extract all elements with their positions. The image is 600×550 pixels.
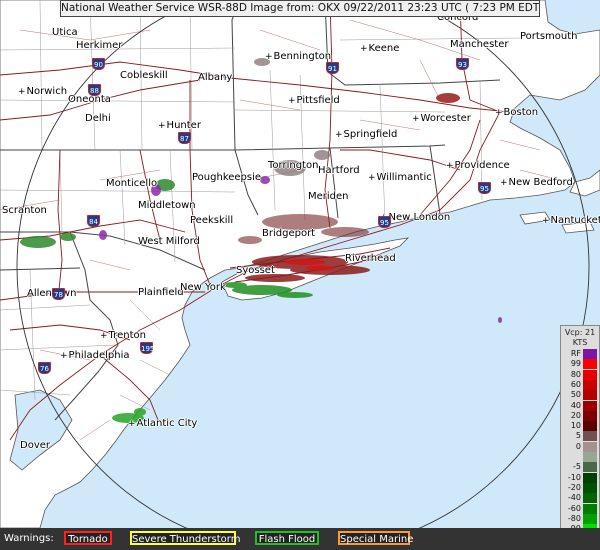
interstate-shield-icon: 91 (326, 62, 339, 74)
city-label: Albany (198, 72, 233, 83)
interstate-shield-icon: 95 (378, 216, 391, 228)
city-label: Hunter (158, 120, 201, 132)
interstate-shield-icon: 87 (178, 132, 191, 144)
city-label: Norwich (18, 86, 68, 98)
city-label: Bennington (265, 51, 332, 63)
city-label: Oneonta (68, 94, 111, 105)
city-label: Delhi (85, 113, 111, 124)
city-label: Dover (20, 440, 50, 451)
city-label: Middletown (138, 200, 196, 211)
city-label: Boston (495, 107, 539, 119)
city-label: Hartford (318, 165, 360, 176)
city-label: New York (180, 282, 226, 293)
velocity-legend: Vcp: 21 KTS RF 99 80 60 50 40 20 10 5 0 -5 -10 -20 -4… (560, 325, 600, 545)
echo-worcester (436, 93, 460, 103)
interstate-shield-icon: 93 (456, 58, 469, 70)
city-label: Keene (360, 43, 400, 55)
city-label: Meriden (308, 191, 349, 202)
city-label: Utica (52, 27, 78, 38)
city-label: Scranton (2, 205, 47, 216)
interstate-shield-icon: 90 (92, 58, 105, 70)
city-label: West Milford (138, 236, 200, 247)
city-label: Willimantic (368, 172, 432, 184)
city-label: Providence (446, 160, 510, 172)
city-label: Philadelphia (60, 350, 130, 362)
interstate-shield-icon: 95 (478, 182, 491, 194)
city-label: Plainfield (138, 287, 184, 298)
interstate-shield-icon: 195 (140, 342, 154, 354)
city-label: Portsmouth (520, 31, 578, 42)
city-label: Worcester (412, 113, 471, 125)
radar-map (0, 0, 600, 550)
warning-toggle-severe-thunderstorm[interactable]: Severe Thunderstorm (130, 531, 240, 545)
legend-units: KTS (572, 338, 588, 347)
interstate-shield-icon: 78 (52, 288, 65, 300)
city-label: Monticello (106, 178, 158, 189)
legend-title: Vcp: 21 (564, 328, 596, 337)
page-title: National Weather Service WSR-88D Image f… (60, 0, 540, 17)
interstate-shield-icon: 88 (88, 84, 101, 96)
city-label: Manchester (450, 39, 509, 50)
city-label: Bridgeport (262, 228, 316, 239)
city-label: Poughkeepsie (192, 172, 262, 183)
city-label: New Bedford (500, 177, 573, 189)
city-label: Peekskill (190, 215, 234, 226)
warning-toggle-tornado[interactable]: Tornado (64, 531, 112, 545)
interstate-shield-icon: 84 (87, 215, 100, 227)
city-label: Pittsfield (288, 95, 340, 107)
city-label: Springfield (335, 129, 398, 141)
warnings-bar: Warnings: Tornado Severe Thunderstorm Flas… (0, 528, 600, 550)
city-label: Herkimer (76, 40, 123, 51)
city-label: Syosset (236, 265, 275, 276)
city-label: Nantucket (542, 215, 600, 227)
city-label: Riverhead (345, 253, 396, 264)
radar-frame: ConcordUticaHerkimerBenningtonKeeneManch… (0, 0, 600, 550)
city-label: Torrington (268, 160, 319, 171)
city-label: Trenton (100, 330, 146, 342)
warning-toggle-special-marine[interactable]: Special Marine (338, 531, 413, 545)
city-label: Cobleskill (120, 70, 168, 81)
warning-toggle-flash-flood[interactable]: Flash Flood (255, 531, 319, 545)
interstate-shield-icon: 76 (38, 362, 51, 374)
city-label: Atlantic City (128, 418, 198, 430)
warnings-label: Warnings: (4, 533, 54, 544)
